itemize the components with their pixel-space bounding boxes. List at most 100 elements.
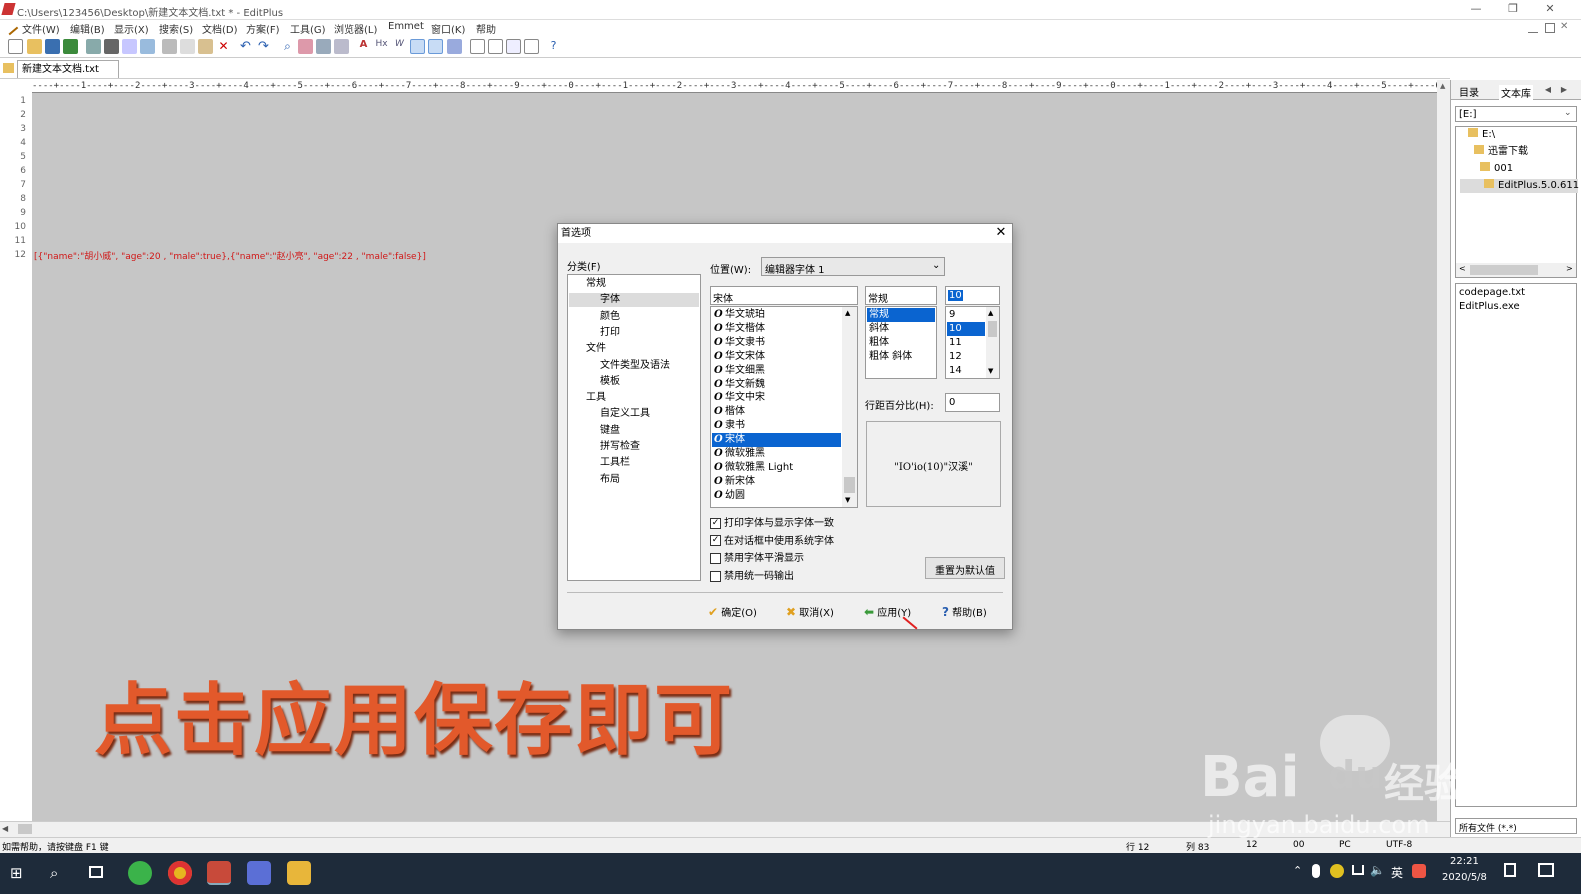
category-tree[interactable]: 常规 字体 颜色 打印 文件 文件类型及语法 模板 工具 自定义工具 键盘 拼写检查 工具栏 布局 <box>567 274 701 581</box>
scroll-down-icon[interactable]: ▼ <box>845 496 850 504</box>
font-list-item[interactable]: O 华文中宋 <box>712 391 841 405</box>
ftp-icon[interactable] <box>86 39 101 54</box>
category-item-5[interactable]: 文件类型及语法 <box>569 359 699 373</box>
font-size-input[interactable]: 10 <box>945 286 1000 305</box>
category-item-3[interactable]: 打印 <box>569 326 699 340</box>
paste-icon[interactable] <box>198 39 213 54</box>
ruler-toggle-icon[interactable] <box>428 39 443 54</box>
network-icon[interactable] <box>1352 865 1364 875</box>
editor-vertical-scrollbar[interactable]: ▲ <box>1437 80 1450 821</box>
cut-icon[interactable] <box>162 39 177 54</box>
new-file-icon[interactable] <box>8 39 23 54</box>
font-style-item[interactable]: 斜体 <box>867 322 935 336</box>
browser-preview-icon[interactable] <box>140 39 155 54</box>
scroll-up-icon[interactable]: ▲ <box>988 309 993 317</box>
tree-horizontal-scrollbar[interactable]: < > <box>1456 263 1576 277</box>
font-size-item[interactable]: 14 <box>947 364 985 378</box>
font-list-item[interactable]: O 华文琥珀 <box>712 308 841 322</box>
file-item[interactable]: EditPlus.exe <box>1459 300 1520 314</box>
font-style-item[interactable]: 粗体 <box>867 336 935 350</box>
font-list-item[interactable]: O 华文隶书 <box>712 336 841 350</box>
find-icon[interactable]: ⌕ <box>280 39 295 54</box>
file-filter-select[interactable]: 所有文件 (*.*) <box>1455 818 1577 834</box>
checkbox[interactable] <box>710 552 721 564</box>
checkbox[interactable]: ✓ <box>710 535 721 547</box>
reset-default-button[interactable]: 重置为默认值 <box>925 557 1005 579</box>
cancel-button[interactable]: ✖ 取消(X) <box>786 602 846 622</box>
font-list-item[interactable]: O 华文楷体 <box>712 322 841 336</box>
menu-help[interactable]: 帮助 <box>476 21 496 36</box>
category-item-7[interactable]: 工具 <box>569 391 699 405</box>
category-item-8[interactable]: 自定义工具 <box>569 407 699 421</box>
file-item[interactable]: codepage.txt <box>1459 286 1525 300</box>
tree-item[interactable]: E:\ <box>1468 128 1495 142</box>
menu-window[interactable]: 窗口(K) <box>431 21 465 36</box>
font-size-list[interactable]: ▲ ▼ 9 10 11 12 14 <box>945 306 1000 379</box>
font-icon[interactable]: A <box>356 39 371 54</box>
font-list-item[interactable]: O 华文新魏 <box>712 378 841 392</box>
font-style-list[interactable]: 常规 斜体 粗体 粗体 斜体 <box>865 306 937 379</box>
tree-item[interactable]: 迅雷下载 <box>1474 145 1528 159</box>
category-item-9[interactable]: 键盘 <box>569 424 699 438</box>
ok-button[interactable]: ✔ 确定(O) <box>708 602 768 622</box>
line-spacing-input[interactable]: 0 <box>945 393 1000 412</box>
find-in-files-icon[interactable] <box>316 39 331 54</box>
font-list-item[interactable]: O 微软雅黑 <box>712 447 841 461</box>
mdi-close-button[interactable]: ✕ <box>1560 21 1568 32</box>
search-icon[interactable]: ⌕ <box>50 864 58 882</box>
font-list-item[interactable]: O 楷体 <box>712 405 841 419</box>
file-explorer-icon[interactable] <box>287 861 311 885</box>
open-folder-icon[interactable] <box>27 39 42 54</box>
clock-date[interactable]: 2020/5/8 <box>1442 872 1487 883</box>
tray-app-icon[interactable] <box>1330 864 1344 878</box>
scroll-down-icon[interactable]: ▼ <box>988 367 993 375</box>
scroll-thumb[interactable] <box>988 321 997 337</box>
print-icon[interactable] <box>104 39 119 54</box>
checkbox[interactable] <box>710 570 721 582</box>
line-number-toggle-icon[interactable] <box>410 39 425 54</box>
category-item-11[interactable]: 工具栏 <box>569 456 699 470</box>
spell-check-icon[interactable] <box>122 39 137 54</box>
category-item-10[interactable]: 拼写检查 <box>569 440 699 454</box>
font-list-scrollbar[interactable]: ▲ ▼ <box>842 307 857 507</box>
tray-chevron-up-icon[interactable]: ⌃ <box>1293 864 1302 877</box>
tab-cliptext[interactable]: 文本库 <box>1499 85 1533 100</box>
font-size-item[interactable]: 10 <box>947 322 985 336</box>
save-icon[interactable] <box>45 39 60 54</box>
clock-time[interactable]: 22:21 <box>1450 856 1479 867</box>
tree-item[interactable]: 001 <box>1480 162 1513 176</box>
folder-tree[interactable]: E:\ 迅雷下载 001 EditPlus.5.0.611 < > <box>1455 126 1579 278</box>
scroll-left-icon[interactable]: < <box>1459 264 1466 273</box>
close-button[interactable]: ✕ <box>1540 2 1560 16</box>
notification-icon[interactable] <box>1538 863 1554 877</box>
context-help-icon[interactable]: ? <box>546 39 561 54</box>
volume-icon[interactable]: 🔈 <box>1370 863 1385 877</box>
menu-edit[interactable]: 编辑(B) <box>70 21 105 36</box>
option-checkbox-row[interactable]: 禁用统一码输出 <box>710 567 794 582</box>
option-checkbox-row[interactable]: ✓ 打印字体与显示字体一致 <box>710 514 834 529</box>
folder-icon[interactable] <box>3 63 14 73</box>
font-list-item[interactable]: O 幼圆 <box>712 489 841 503</box>
copy-icon[interactable] <box>180 39 195 54</box>
windows-start-icon[interactable]: ⊞ <box>10 866 23 881</box>
editplus-taskbar-icon[interactable] <box>207 861 231 885</box>
font-list-item[interactable]: O 宋体 <box>712 433 841 448</box>
tree-item-selected[interactable]: EditPlus.5.0.611 <box>1460 179 1579 193</box>
category-item-12[interactable]: 布局 <box>569 473 699 487</box>
option-checkbox-row[interactable]: ✓ 在对话框中使用系统字体 <box>710 532 834 547</box>
mdi-minimize-button[interactable] <box>1528 23 1538 33</box>
category-item-1[interactable]: 字体 <box>569 293 699 308</box>
menu-browser[interactable]: 浏览器(L) <box>334 21 377 36</box>
browser-360-icon[interactable] <box>128 861 152 885</box>
font-style-input[interactable]: 常规 <box>865 286 937 305</box>
menu-emmet[interactable]: Emmet <box>388 21 424 32</box>
directory-window-icon[interactable] <box>524 39 539 54</box>
html-toolbar-icon[interactable]: Hx <box>374 39 389 54</box>
show-desktop-icon[interactable] <box>1504 863 1516 877</box>
chrome-icon[interactable] <box>168 861 192 885</box>
font-style-item[interactable]: 粗体 斜体 <box>867 350 935 364</box>
scroll-up-icon[interactable]: ▲ <box>845 309 850 317</box>
font-style-item[interactable]: 常规 <box>867 308 935 322</box>
font-size-item[interactable]: 9 <box>947 308 985 322</box>
menu-document[interactable]: 文档(D) <box>202 21 238 36</box>
